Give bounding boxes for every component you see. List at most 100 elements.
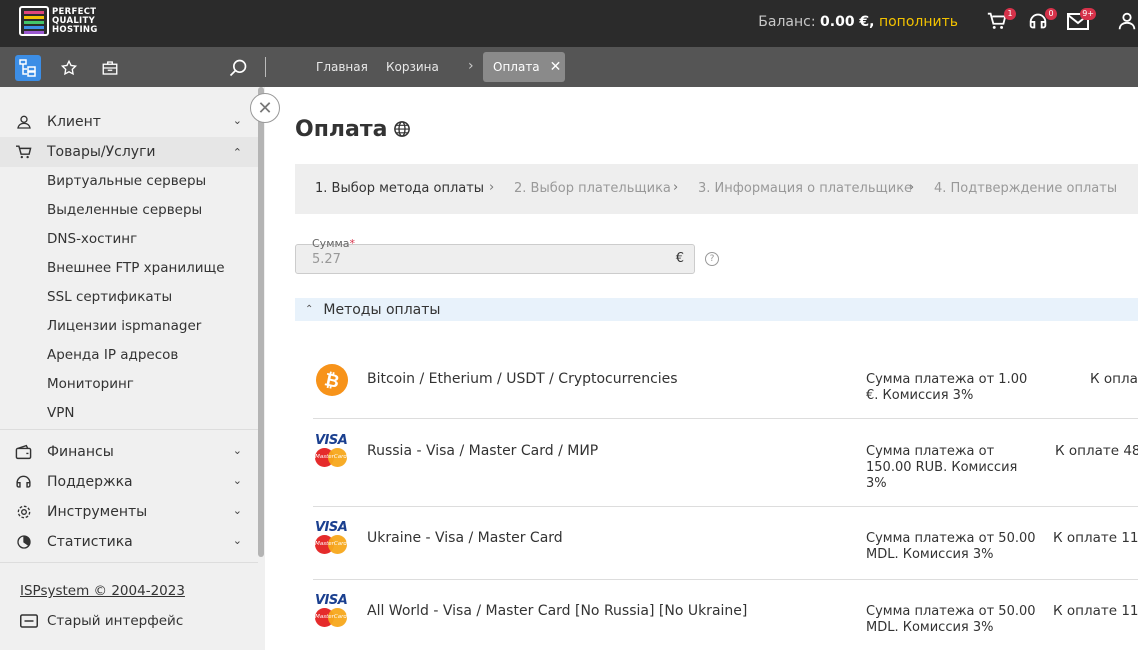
payment-method-name: Russia - Visa / Master Card / МИР bbox=[367, 443, 599, 459]
required-marker: * bbox=[349, 237, 356, 250]
balance-amount: 0.00 €, bbox=[820, 14, 875, 30]
logo-line-3: HOSTING bbox=[52, 24, 98, 35]
close-icon[interactable]: ✕ bbox=[550, 59, 562, 75]
payment-method-row[interactable]: VISA MasterCard Russia - Visa / Master C… bbox=[313, 419, 1138, 507]
payment-method-row[interactable]: ₿ Bitcoin / Etherium / USDT / Cryptocurr… bbox=[313, 331, 1138, 419]
sub-bar: Главная Корзина › Оплата ✕ bbox=[0, 47, 1138, 87]
chevron-right-icon: › bbox=[673, 180, 679, 195]
client-icon bbox=[0, 114, 47, 130]
chevron-right-icon: › bbox=[468, 58, 474, 74]
mail-badge: 9+ bbox=[1080, 8, 1096, 20]
sidebar-item-support[interactable]: Поддержка ⌄ bbox=[0, 467, 258, 497]
sidebar-subitem-vpn[interactable]: VPN bbox=[47, 405, 74, 421]
balance: Баланс: 0.00 €, пополнить bbox=[758, 14, 958, 30]
payment-method-desc: Сумма платежа от 50.00 MDL. Комиссия 3% bbox=[866, 604, 1036, 635]
tab-payment[interactable]: Оплата ✕ bbox=[483, 52, 565, 82]
payment-method-total: К оплате 110 bbox=[1053, 603, 1138, 619]
tree-menu-icon bbox=[19, 59, 36, 77]
step-1[interactable]: 1. Выбор метода оплаты bbox=[315, 181, 484, 196]
sidebar-subitem-ssl[interactable]: SSL сертификаты bbox=[47, 289, 172, 305]
payment-method-row[interactable]: VISA MasterCard Ukraine - Visa / Master … bbox=[313, 507, 1138, 580]
old-interface-label: Старый интерфейс bbox=[47, 613, 184, 629]
cart-button[interactable]: 1 bbox=[986, 8, 1016, 34]
visa-mastercard-icon: VISA MasterCard bbox=[315, 521, 349, 555]
payment-method-row[interactable]: VISA MasterCard All World - Visa / Maste… bbox=[313, 580, 1138, 650]
sidebar-scrollbar[interactable] bbox=[258, 87, 264, 557]
logo-mark-icon bbox=[19, 6, 49, 36]
page-title: Оплата bbox=[295, 117, 388, 142]
collapse-sidebar-button[interactable]: ✕ bbox=[250, 93, 280, 123]
amount-label-text: Сумма bbox=[312, 237, 350, 250]
support-button[interactable]: 0 bbox=[1027, 8, 1057, 34]
old-interface-link[interactable]: Старый интерфейс bbox=[20, 613, 183, 629]
breadcrumb-cart[interactable]: Корзина bbox=[386, 60, 439, 74]
payment-method-desc: Сумма платежа от 50.00 MDL. Комиссия 3% bbox=[866, 531, 1036, 562]
mail-button[interactable]: 9+ bbox=[1066, 8, 1096, 34]
sidebar-item-finance[interactable]: Финансы ⌄ bbox=[0, 437, 258, 467]
star-icon bbox=[60, 59, 78, 76]
sidebar-item-client[interactable]: Клиент ⌄ bbox=[0, 107, 258, 137]
sidebar-subitem-monitoring[interactable]: Мониторинг bbox=[47, 376, 134, 392]
step-4: 4. Подтверждение оплаты bbox=[934, 181, 1118, 196]
sidebar-item-stats[interactable]: Статистика ⌄ bbox=[0, 527, 258, 557]
step-2: 2. Выбор плательщика bbox=[514, 181, 671, 196]
payment-method-name: Ukraine - Visa / Master Card bbox=[367, 530, 563, 546]
payment-method-total: К оплат bbox=[1090, 371, 1138, 387]
sidebar-item-tools[interactable]: Инструменты ⌄ bbox=[0, 497, 258, 527]
search-icon bbox=[229, 59, 247, 77]
sidebar-item-label: Инструменты bbox=[47, 504, 148, 520]
amount-value: 5.27 bbox=[312, 252, 341, 267]
sidebar-subitem-ip-rent[interactable]: Аренда IP адресов bbox=[47, 347, 178, 363]
sidebar: Клиент ⌄ Товары/Услуги ⌃ Виртуальные сер… bbox=[0, 87, 265, 650]
logo[interactable]: PERFECT QUALITY HOSTING bbox=[19, 6, 98, 36]
services-button[interactable] bbox=[97, 55, 123, 81]
sidebar-subitem-virtual-servers[interactable]: Виртуальные серверы bbox=[47, 173, 206, 189]
sidebar-item-label: Клиент bbox=[47, 114, 101, 130]
menu-tree-button[interactable] bbox=[15, 55, 41, 81]
chevron-up-icon: ⌃ bbox=[232, 146, 242, 159]
globe-icon[interactable] bbox=[393, 120, 411, 138]
top-bar: PERFECT QUALITY HOSTING Баланс: 0.00 €, … bbox=[0, 0, 1138, 47]
visa-mastercard-icon: VISA MasterCard bbox=[315, 434, 349, 468]
chevron-down-icon: ⌄ bbox=[232, 534, 242, 547]
payment-methods-header[interactable]: ⌃ Методы оплаты bbox=[295, 298, 1138, 321]
chevron-down-icon: ⌄ bbox=[232, 504, 242, 517]
topup-link[interactable]: пополнить bbox=[879, 14, 958, 30]
chevron-down-icon: ⌄ bbox=[232, 444, 242, 457]
main-content: Оплата 1. Выбор метода оплаты › 2. Выбор… bbox=[265, 87, 1138, 650]
divider bbox=[0, 562, 258, 563]
payment-method-desc: Сумма платежа от 1.00 €. Комиссия 3% bbox=[866, 372, 1028, 403]
logo-text: PERFECT QUALITY HOSTING bbox=[52, 7, 98, 35]
copyright-link[interactable]: ISPsystem © 2004-2023 bbox=[20, 583, 185, 599]
sidebar-subitem-ftp-storage[interactable]: Внешнее FTP хранилище bbox=[47, 260, 225, 276]
sidebar-subitem-ispmanager[interactable]: Лицензии ispmanager bbox=[47, 318, 201, 334]
chevron-down-icon: ⌄ bbox=[232, 114, 242, 127]
amount-label: Сумма* bbox=[312, 237, 355, 250]
close-icon: ✕ bbox=[257, 97, 273, 119]
headset-icon bbox=[0, 474, 47, 490]
amount-currency: € bbox=[675, 251, 684, 266]
sidebar-item-label: Товары/Услуги bbox=[47, 144, 156, 160]
wallet-icon bbox=[0, 444, 47, 460]
chevron-up-icon: ⌃ bbox=[305, 304, 314, 315]
cart-icon bbox=[0, 144, 47, 160]
chevron-down-icon: ⌄ bbox=[232, 474, 242, 487]
search-button[interactable] bbox=[225, 55, 251, 81]
breadcrumb-home[interactable]: Главная bbox=[316, 60, 368, 74]
payment-method-name: Bitcoin / Etherium / USDT / Cryptocurren… bbox=[367, 371, 678, 387]
sidebar-subitem-dedicated-servers[interactable]: Выделенные серверы bbox=[47, 202, 202, 218]
support-badge: 0 bbox=[1045, 8, 1057, 20]
help-icon[interactable]: ? bbox=[705, 252, 719, 266]
favorites-button[interactable] bbox=[56, 55, 82, 81]
gear-icon bbox=[0, 504, 47, 520]
chevron-right-icon: › bbox=[909, 180, 915, 195]
user-icon bbox=[1118, 12, 1136, 30]
bitcoin-icon: ₿ bbox=[315, 363, 349, 397]
user-menu-button[interactable] bbox=[1116, 10, 1138, 34]
sidebar-item-label: Статистика bbox=[47, 534, 133, 550]
old-interface-icon bbox=[20, 614, 38, 628]
sidebar-subitem-dns-hosting[interactable]: DNS-хостинг bbox=[47, 231, 137, 247]
payment-method-name: All World - Visa / Master Card [No Russi… bbox=[367, 603, 748, 619]
sidebar-item-goods[interactable]: Товары/Услуги ⌃ bbox=[0, 137, 258, 167]
chevron-right-icon: › bbox=[489, 180, 495, 195]
